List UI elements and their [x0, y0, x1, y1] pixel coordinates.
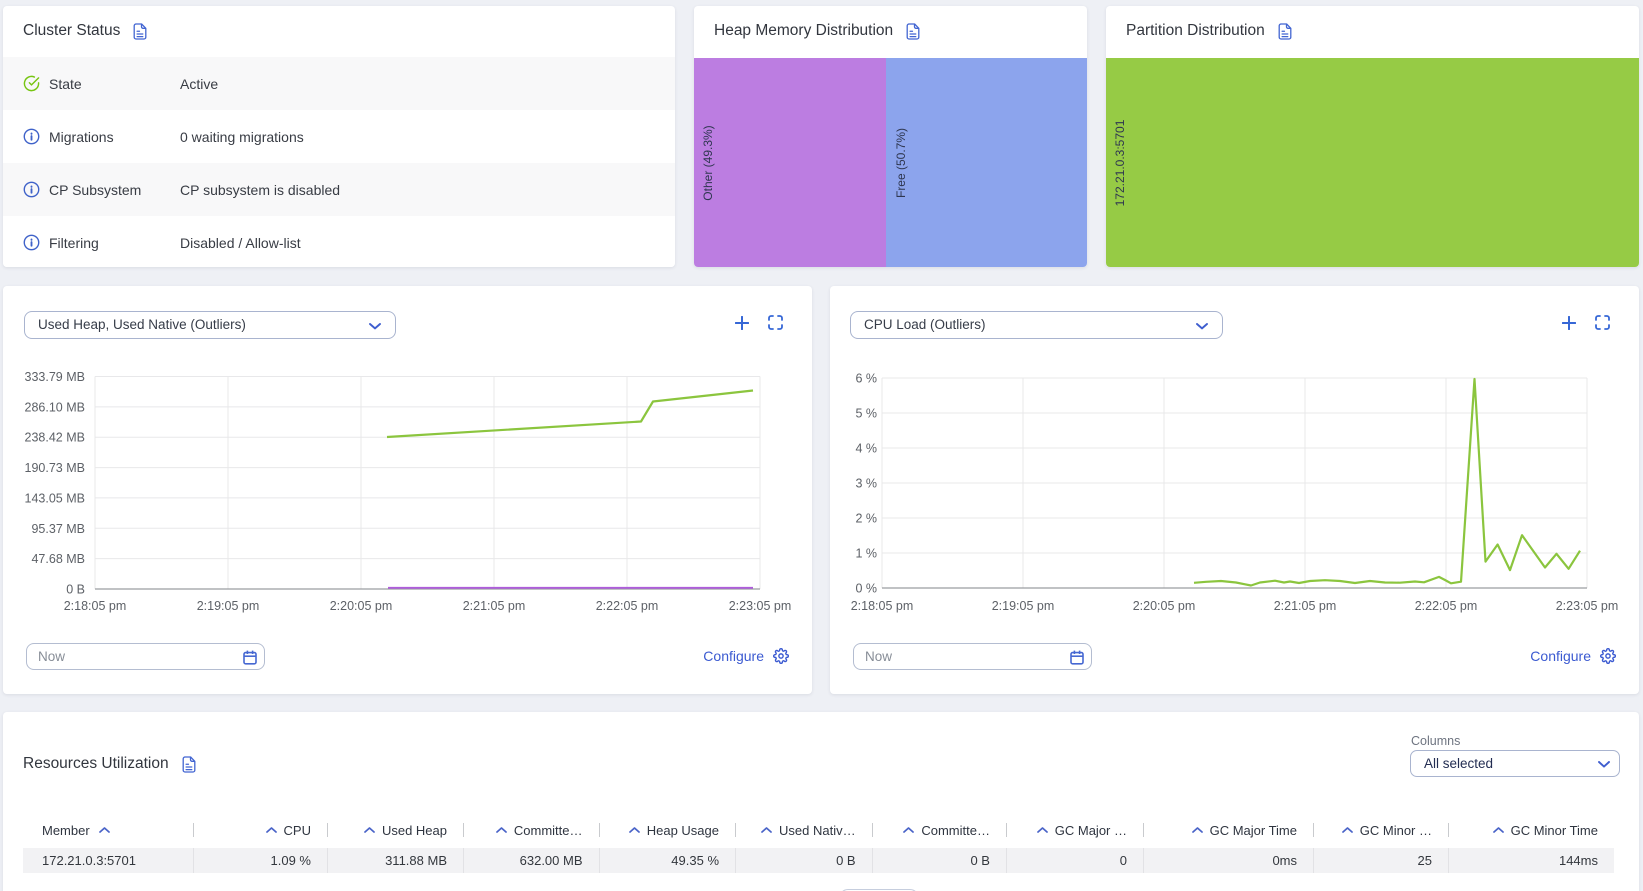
- svg-text:4 %: 4 %: [855, 442, 877, 456]
- svg-text:2:21:05 pm: 2:21:05 pm: [463, 599, 526, 613]
- svg-text:95.37 MB: 95.37 MB: [31, 522, 85, 536]
- svg-text:2:20:05 pm: 2:20:05 pm: [1133, 599, 1196, 613]
- svg-text:2:22:05 pm: 2:22:05 pm: [1415, 599, 1478, 613]
- svg-text:0 %: 0 %: [855, 582, 877, 596]
- svg-text:2:21:05 pm: 2:21:05 pm: [1274, 599, 1337, 613]
- svg-text:333.79 MB: 333.79 MB: [25, 370, 85, 384]
- svg-text:238.42 MB: 238.42 MB: [25, 431, 85, 445]
- svg-text:2:19:05 pm: 2:19:05 pm: [992, 599, 1055, 613]
- svg-text:47.68 MB: 47.68 MB: [31, 552, 85, 566]
- svg-text:286.10 MB: 286.10 MB: [25, 400, 85, 414]
- svg-text:2 %: 2 %: [855, 512, 877, 526]
- svg-text:2:20:05 pm: 2:20:05 pm: [330, 599, 393, 613]
- svg-text:190.73 MB: 190.73 MB: [25, 461, 85, 475]
- svg-text:6 %: 6 %: [855, 372, 877, 386]
- svg-text:0 B: 0 B: [66, 583, 85, 597]
- svg-text:1 %: 1 %: [855, 547, 877, 561]
- svg-text:2:19:05 pm: 2:19:05 pm: [197, 599, 260, 613]
- svg-text:5 %: 5 %: [855, 407, 877, 421]
- svg-text:2:18:05 pm: 2:18:05 pm: [851, 599, 914, 613]
- svg-text:2:18:05 pm: 2:18:05 pm: [64, 599, 127, 613]
- svg-text:2:22:05 pm: 2:22:05 pm: [596, 599, 659, 613]
- svg-text:2:23:05 pm: 2:23:05 pm: [729, 599, 792, 613]
- svg-text:2:23:05 pm: 2:23:05 pm: [1556, 599, 1619, 613]
- svg-text:143.05 MB: 143.05 MB: [25, 491, 85, 505]
- svg-text:3 %: 3 %: [855, 477, 877, 491]
